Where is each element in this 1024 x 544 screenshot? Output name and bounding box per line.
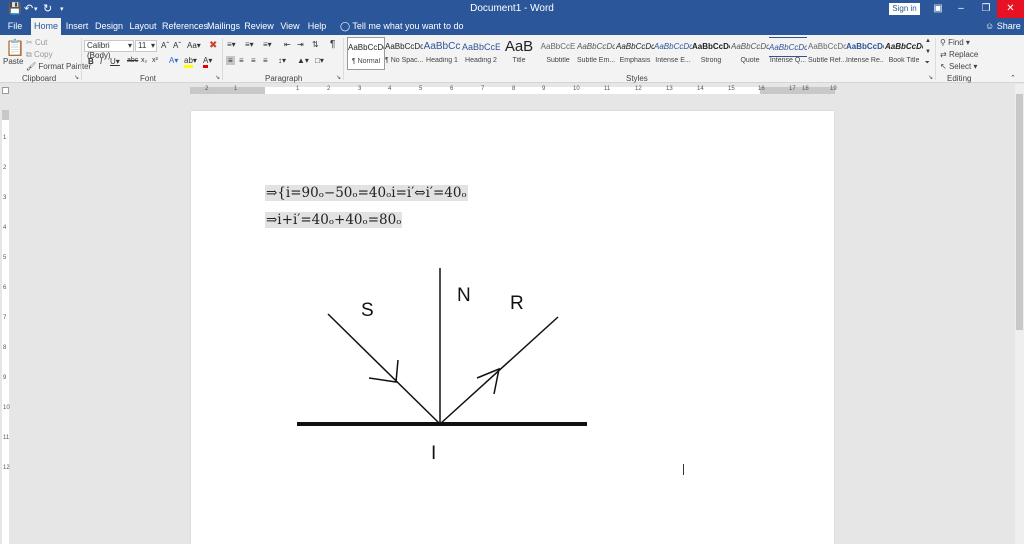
text-cursor xyxy=(683,464,684,475)
label-r: R xyxy=(510,293,524,314)
label-n: N xyxy=(457,285,471,306)
incident-ray xyxy=(327,313,441,425)
label-i: I xyxy=(431,443,436,464)
reflection-diagram: S N R I xyxy=(297,268,587,464)
label-s: S xyxy=(361,300,374,321)
scrollbar-thumb[interactable] xyxy=(1016,94,1023,330)
vertical-scrollbar[interactable] xyxy=(1015,84,1024,544)
